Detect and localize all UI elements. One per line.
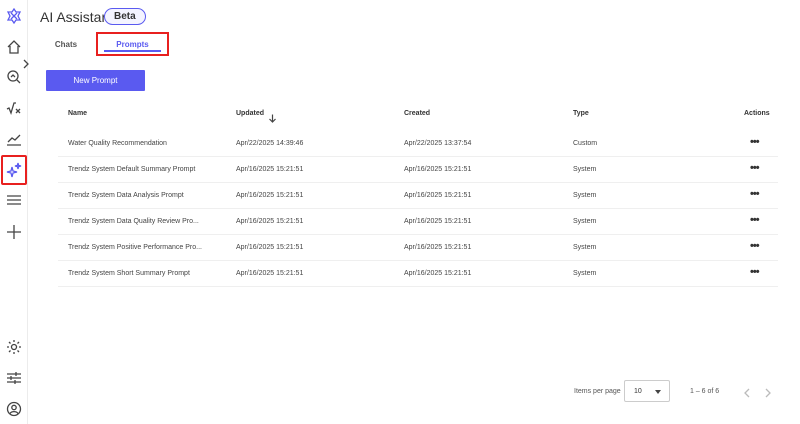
column-header-name[interactable]: Name xyxy=(68,110,87,117)
settings-gear-icon[interactable] xyxy=(2,335,26,359)
updated-date: Apr/16/2025 15:21:51 xyxy=(236,192,304,199)
table-row[interactable]: Trendz System Data Quality Review Pro...… xyxy=(58,209,778,235)
items-per-page-label: Items per page xyxy=(574,388,621,395)
table-row[interactable]: Trendz System Data Analysis Prompt Apr/1… xyxy=(58,183,778,209)
prompt-name: Trendz System Data Quality Review Pro... xyxy=(68,218,199,225)
page-size-value: 10 xyxy=(634,388,642,395)
updated-date: Apr/16/2025 15:21:51 xyxy=(236,166,304,173)
column-header-created[interactable]: Created xyxy=(404,110,430,117)
formula-icon[interactable] xyxy=(2,96,26,120)
more-actions-icon[interactable]: ••• xyxy=(750,162,760,174)
sliders-icon[interactable] xyxy=(2,366,26,390)
prompt-type: System xyxy=(573,244,597,251)
created-date: Apr/16/2025 15:21:51 xyxy=(404,218,472,225)
logo-icon[interactable] xyxy=(2,4,26,28)
updated-date: Apr/16/2025 15:21:51 xyxy=(236,244,304,251)
list-icon[interactable] xyxy=(2,188,26,212)
beta-badge: Beta xyxy=(104,8,146,25)
prompt-type: System xyxy=(573,218,597,225)
sidebar xyxy=(0,0,29,424)
tab-prompts[interactable]: Prompts xyxy=(96,32,169,56)
table-row[interactable]: Water Quality Recommendation Apr/22/2025… xyxy=(58,131,778,157)
prompt-type: System xyxy=(573,192,597,199)
prompt-type: System xyxy=(573,166,597,173)
next-page-icon[interactable] xyxy=(763,386,773,398)
previous-page-icon[interactable] xyxy=(742,386,752,398)
more-actions-icon[interactable]: ••• xyxy=(750,214,760,226)
dropdown-arrow-icon xyxy=(655,390,661,394)
page-size-select[interactable]: 10 xyxy=(624,380,670,402)
sort-descending-icon[interactable] xyxy=(268,110,277,123)
new-prompt-button[interactable]: New Prompt xyxy=(46,70,145,91)
ai-sparkle-icon[interactable] xyxy=(1,155,27,185)
trend-chart-icon[interactable] xyxy=(2,127,26,151)
account-icon[interactable] xyxy=(2,397,26,421)
prompt-name: Trendz System Positive Performance Pro..… xyxy=(68,244,202,251)
more-actions-icon[interactable]: ••• xyxy=(750,188,760,200)
page-title: AI Assistant xyxy=(40,9,114,25)
table-row[interactable]: Trendz System Default Summary Prompt Apr… xyxy=(58,157,778,183)
column-header-type[interactable]: Type xyxy=(573,110,589,117)
add-icon[interactable] xyxy=(2,220,26,244)
prompt-name: Water Quality Recommendation xyxy=(68,140,167,147)
page-range-label: 1 – 6 of 6 xyxy=(690,388,720,395)
search-analytics-icon[interactable] xyxy=(2,65,26,89)
prompt-type: Custom xyxy=(573,140,598,147)
column-header-actions: Actions xyxy=(744,110,770,117)
prompt-type: System xyxy=(573,270,597,277)
updated-date: Apr/16/2025 15:21:51 xyxy=(236,218,304,225)
prompt-name: Trendz System Default Summary Prompt xyxy=(68,166,196,173)
tab-prompts-label: Prompts xyxy=(116,39,149,49)
table-row[interactable]: Trendz System Positive Performance Pro..… xyxy=(58,235,778,261)
home-icon[interactable] xyxy=(2,35,26,59)
created-date: Apr/16/2025 15:21:51 xyxy=(404,192,472,199)
prompt-name: Trendz System Short Summary Prompt xyxy=(68,270,190,277)
updated-date: Apr/16/2025 15:21:51 xyxy=(236,270,304,277)
table-row[interactable]: Trendz System Short Summary Prompt Apr/1… xyxy=(58,261,778,287)
updated-date: Apr/22/2025 14:39:46 xyxy=(236,140,304,147)
more-actions-icon[interactable]: ••• xyxy=(750,266,760,278)
tab-chats[interactable]: Chats xyxy=(46,32,86,56)
created-date: Apr/16/2025 15:21:51 xyxy=(404,270,472,277)
created-date: Apr/16/2025 15:21:51 xyxy=(404,244,472,251)
more-actions-icon[interactable]: ••• xyxy=(750,136,760,148)
active-tab-indicator xyxy=(104,50,161,52)
created-date: Apr/16/2025 15:21:51 xyxy=(404,166,472,173)
prompt-name: Trendz System Data Analysis Prompt xyxy=(68,192,184,199)
created-date: Apr/22/2025 13:37:54 xyxy=(404,140,472,147)
more-actions-icon[interactable]: ••• xyxy=(750,240,760,252)
column-header-updated[interactable]: Updated xyxy=(236,110,264,117)
